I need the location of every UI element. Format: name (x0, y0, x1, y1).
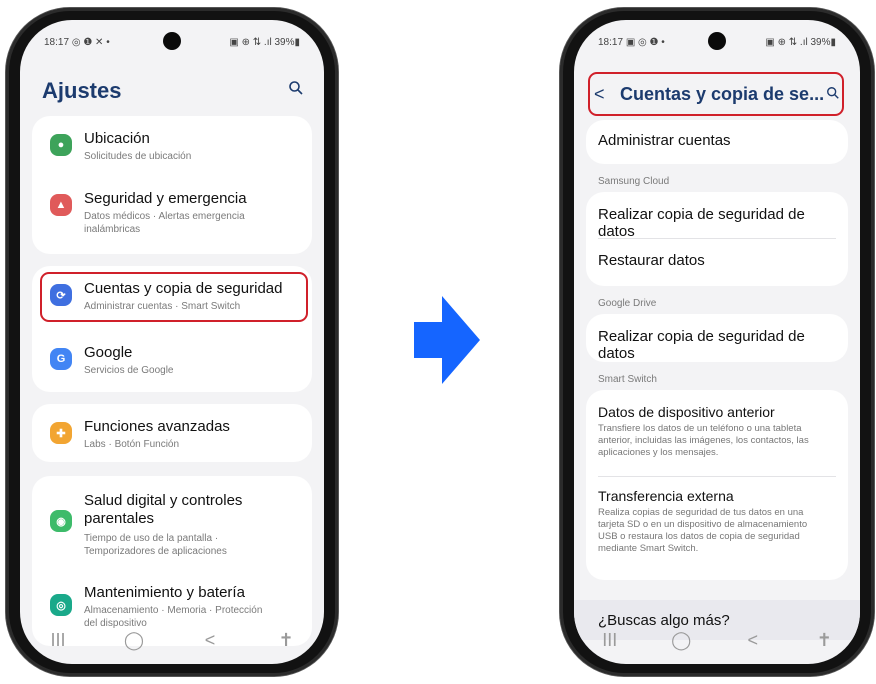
administrar-cuentas[interactable]: Administrar cuentas (598, 132, 832, 149)
section-samsung-cloud: Samsung Cloud (598, 176, 670, 187)
divider (598, 476, 836, 477)
status-icons: ▣ ◎ ❶ • (625, 36, 665, 48)
item-subtitle: Tiempo de uso de la pantalla · Temporiza… (84, 533, 227, 557)
item-title: Ubicación (84, 130, 150, 147)
card-google-drive: Realizar copia de seguridad de datos (586, 314, 848, 362)
google-g-icon: G (50, 348, 72, 370)
status-right: ▣ ⊕ ⇅ .ıl 39%▮ (229, 36, 300, 48)
item-subtitle: Servicios de Google (84, 365, 174, 376)
card-samsung-cloud: Realizar copia de seguridad de datos Res… (586, 192, 848, 286)
datos-dispositivo-anterior[interactable]: Datos de dispositivo anterior (598, 404, 832, 420)
recents-icon[interactable]: III (590, 630, 630, 651)
divider (598, 238, 836, 239)
item-subtitle: Labs · Botón Función (84, 439, 180, 450)
item-title: Salud digital y controles parentales (84, 492, 243, 527)
back-icon[interactable]: < (190, 630, 230, 651)
navigation-bar: III ◯ < ✝ (20, 616, 324, 664)
refresh-circle-icon: ◎ (50, 594, 72, 616)
item-title: Mantenimiento y batería (84, 584, 245, 601)
settings-card-1: ● Ubicación Solicitudes de ubicación ▲ S… (32, 116, 312, 254)
settings-card-3: ✚ Funciones avanzadas Labs · Botón Funci… (32, 404, 312, 462)
item-title: Google (84, 344, 133, 361)
arrow-right-icon (414, 296, 480, 384)
settings-item-funciones[interactable]: ✚ Funciones avanzadas Labs · Botón Funci… (32, 404, 312, 462)
page-title: Ajustes (42, 78, 122, 103)
accessibility-icon[interactable]: ✝ (804, 630, 844, 651)
section-smart-switch: Smart Switch (598, 374, 657, 385)
transferencia-externa[interactable]: Transferencia externa (598, 488, 832, 504)
navigation-bar: III ◯ < ✝ (574, 616, 860, 664)
item-subtitle: Solicitudes de ubicación (84, 151, 192, 162)
camera-hole (708, 32, 726, 50)
item-subtitle: Datos médicos · Alertas emergencia inalá… (84, 211, 245, 235)
right-screen: 18:17 ▣ ◎ ❶ • ▣ ⊕ ⇅ .ıl 39%▮ < Cuentas y… (574, 20, 860, 664)
recents-icon[interactable]: III (38, 630, 78, 651)
item-title: Funciones avanzadas (84, 418, 230, 435)
backup-google-drive[interactable]: Realizar copia de seguridad de datos (598, 328, 832, 362)
datos-dispositivo-desc: Transfiere los datos de un teléfono o un… (598, 423, 809, 458)
status-icons: ◎ ❶ ✕ • (71, 36, 110, 48)
left-phone: 18:17 ◎ ❶ ✕ • ▣ ⊕ ⇅ .ıl 39%▮ Ajustes ● U… (6, 8, 338, 676)
back-icon[interactable]: < (733, 630, 773, 651)
highlight-cuentas (40, 272, 308, 322)
card-smart-switch: Datos de dispositivo anterior Transfiere… (586, 390, 848, 580)
right-phone: 18:17 ▣ ◎ ❶ • ▣ ⊕ ⇅ .ıl 39%▮ < Cuentas y… (560, 8, 874, 676)
accessibility-icon[interactable]: ✝ (266, 630, 306, 651)
status-time: 18:17 (598, 36, 624, 48)
item-title: Seguridad y emergencia (84, 190, 247, 207)
settings-item-google[interactable]: G Google Servicios de Google (32, 332, 312, 390)
circle-check-icon: ◉ (50, 510, 72, 532)
status-time: 18:17 (44, 36, 70, 48)
home-icon[interactable]: ◯ (114, 630, 154, 651)
left-screen: 18:17 ◎ ❶ ✕ • ▣ ⊕ ⇅ .ıl 39%▮ Ajustes ● U… (20, 20, 324, 664)
restaurar-datos[interactable]: Restaurar datos (598, 252, 832, 269)
status-right: ▣ ⊕ ⇅ .ıl 39%▮ (765, 36, 836, 48)
settings-item-seguridad[interactable]: ▲ Seguridad y emergencia Datos médicos ·… (32, 176, 312, 248)
settings-item-ubicacion[interactable]: ● Ubicación Solicitudes de ubicación (32, 116, 312, 168)
camera-hole (163, 32, 181, 50)
card-administrar: Administrar cuentas (586, 120, 848, 164)
gear-plus-icon: ✚ (50, 422, 72, 444)
location-pin-icon: ● (50, 134, 72, 156)
search-icon[interactable] (288, 80, 304, 101)
highlight-title (588, 72, 844, 116)
settings-item-salud[interactable]: ◉ Salud digital y controles parentales T… (32, 476, 312, 562)
backup-samsung-cloud[interactable]: Realizar copia de seguridad de datos (598, 206, 832, 240)
siren-icon: ▲ (50, 194, 72, 216)
section-google-drive: Google Drive (598, 298, 657, 309)
transferencia-desc: Realiza copias de seguridad de tus datos… (598, 507, 808, 554)
home-icon[interactable]: ◯ (661, 630, 701, 651)
